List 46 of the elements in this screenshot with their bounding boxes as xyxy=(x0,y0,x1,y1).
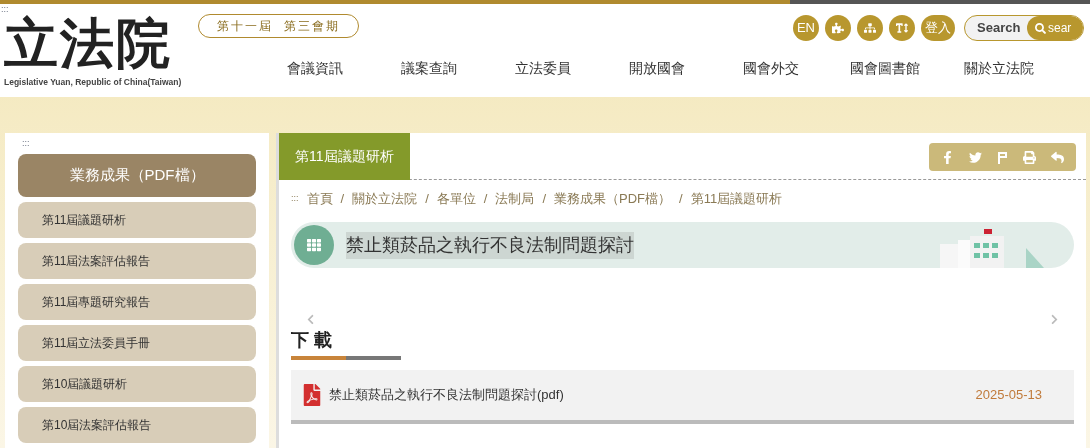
nav-link[interactable]: 議案查詢 xyxy=(372,57,486,79)
nav-link[interactable]: 關於立法院 xyxy=(942,57,1056,79)
breadcrumb-link[interactable]: 第11屆議題研析 xyxy=(690,189,783,209)
nav-link[interactable]: 會議資訊 xyxy=(258,57,372,79)
sidebar-heading: 業務成果（PDF檔） xyxy=(18,154,256,197)
search-icon xyxy=(1035,22,1046,34)
accesskey-mark[interactable]: ::: xyxy=(22,137,256,149)
nav-link[interactable]: 國會圖書館 xyxy=(828,57,942,79)
breadcrumb-separator: / xyxy=(483,190,488,209)
sidebar-item[interactable]: 第10屆法案評估報告 xyxy=(18,407,256,443)
bird-icon[interactable] xyxy=(969,150,982,164)
breadcrumb-link[interactable]: 法制局 xyxy=(495,189,535,209)
sidebar-item[interactable]: 第10屆議題研析 xyxy=(18,366,256,402)
reply-icon[interactable] xyxy=(1051,150,1064,164)
breadcrumb-separator: / xyxy=(679,190,683,209)
sidebar-item[interactable]: 第11屆立法委員手冊 xyxy=(18,325,256,361)
breadcrumb-link[interactable]: 業務成果（PDF檔） xyxy=(554,189,671,209)
nav-link[interactable]: 國會外交 xyxy=(714,57,828,79)
breadcrumb-link[interactable]: 各單位 xyxy=(436,189,476,209)
grid-icon xyxy=(294,225,334,265)
download-row[interactable]: 禁止類菸品之執行不良法制問題探討(pdf) 2025-05-13 xyxy=(291,370,1074,424)
file-date: 2025-05-13 xyxy=(975,386,1042,405)
logo-subtitle: Legislative Yuan, Republic of China(Taiwan) xyxy=(4,76,183,89)
pdf-icon xyxy=(301,384,323,406)
flag-icon[interactable] xyxy=(997,150,1008,164)
print-icon[interactable] xyxy=(1023,150,1036,164)
breadcrumb-link[interactable]: 首頁 xyxy=(306,189,333,209)
nav-link[interactable]: 立法委員 xyxy=(486,57,600,79)
sidebar-item[interactable]: 第11屆議題研析 xyxy=(18,202,256,238)
file-link[interactable]: 禁止類菸品之執行不良法制問題探討(pdf) xyxy=(329,385,564,405)
previous-arrow-icon[interactable] xyxy=(305,314,316,325)
page-title: 禁止類菸品之執行不良法制問題探討 xyxy=(346,231,634,259)
breadcrumb-separator: / xyxy=(425,190,429,209)
breadcrumb-link[interactable]: 關於立法院 xyxy=(352,189,418,209)
breadcrumb-separator: / xyxy=(340,190,345,209)
accesskey-mark[interactable]: ::: xyxy=(291,192,299,206)
puzzle-icon[interactable] xyxy=(825,15,851,41)
sitemap-icon[interactable] xyxy=(857,15,883,41)
nav-link[interactable]: 開放國會 xyxy=(600,57,714,79)
sidebar-item[interactable]: 第11屆法案評估報告 xyxy=(18,243,256,279)
sidebar-item[interactable]: 第11屆專題研究報告 xyxy=(18,284,256,320)
facebook-icon[interactable] xyxy=(941,150,954,164)
breadcrumb-separator: / xyxy=(542,190,546,209)
section-heading: 下 載 xyxy=(291,329,333,352)
next-arrow-icon[interactable] xyxy=(1049,314,1060,325)
font-size-icon[interactable] xyxy=(889,15,915,41)
